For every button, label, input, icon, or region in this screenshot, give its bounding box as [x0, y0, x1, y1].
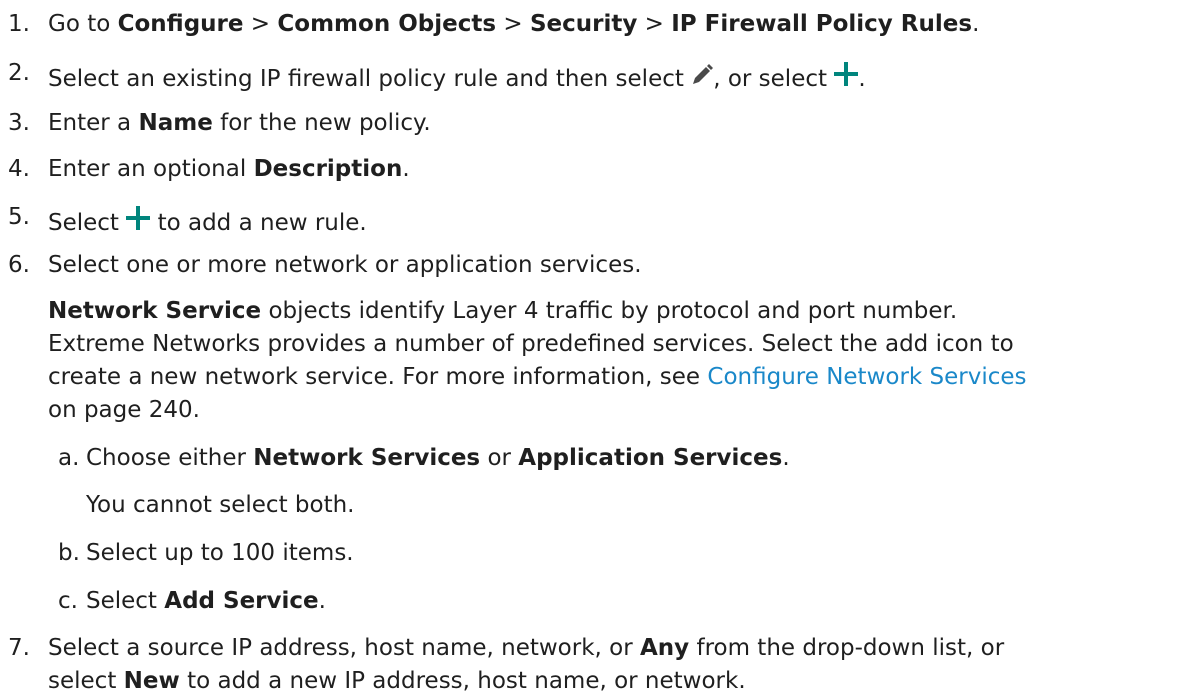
pencil-icon: [691, 64, 714, 91]
step-6-para-line-3: create a new network service. For more i…: [48, 364, 1027, 390]
plus-icon: [126, 206, 151, 235]
substep-a-note: You cannot select both.: [86, 492, 355, 518]
step-number: 4.: [8, 156, 30, 182]
step-4-text: Enter an optional Description.: [48, 156, 410, 182]
substep-a-text: Choose either Network Services or Applic…: [86, 445, 790, 471]
step-6-para-line-1: Network Service objects identify Layer 4…: [48, 298, 958, 324]
substep-b-text: Select up to 100 items.: [86, 540, 354, 566]
step-number: 1.: [8, 11, 30, 37]
step-number: 3.: [8, 110, 30, 136]
configure-network-services-link[interactable]: Configure Network Services: [707, 364, 1026, 390]
step-number: 6.: [8, 252, 30, 278]
step-2-text: Select an existing IP firewall policy ru…: [48, 62, 866, 91]
substep-letter: a.: [58, 445, 80, 471]
step-7-text-line-2: select New to add a new IP address, host…: [48, 668, 746, 694]
step-number: 2.: [8, 60, 30, 86]
substep-letter: c.: [58, 588, 78, 614]
step-7-text: Select a source IP address, host name, n…: [48, 635, 1005, 661]
plus-icon: [834, 62, 859, 91]
step-6-para-line-4: on page 240.: [48, 397, 200, 423]
substep-c-text: Select Add Service.: [86, 588, 326, 614]
substep-letter: b.: [58, 540, 80, 566]
step-5-text: Select to add a new rule.: [48, 206, 367, 235]
step-6-text: Select one or more network or applicatio…: [48, 252, 642, 278]
step-3-text: Enter a Name for the new policy.: [48, 110, 431, 136]
step-number: 5.: [8, 204, 30, 230]
step-number: 7.: [8, 635, 30, 661]
step-1-text: Go to Configure > Common Objects > Secur…: [48, 11, 980, 37]
step-6-para-line-2: Extreme Networks provides a number of pr…: [48, 331, 1014, 357]
